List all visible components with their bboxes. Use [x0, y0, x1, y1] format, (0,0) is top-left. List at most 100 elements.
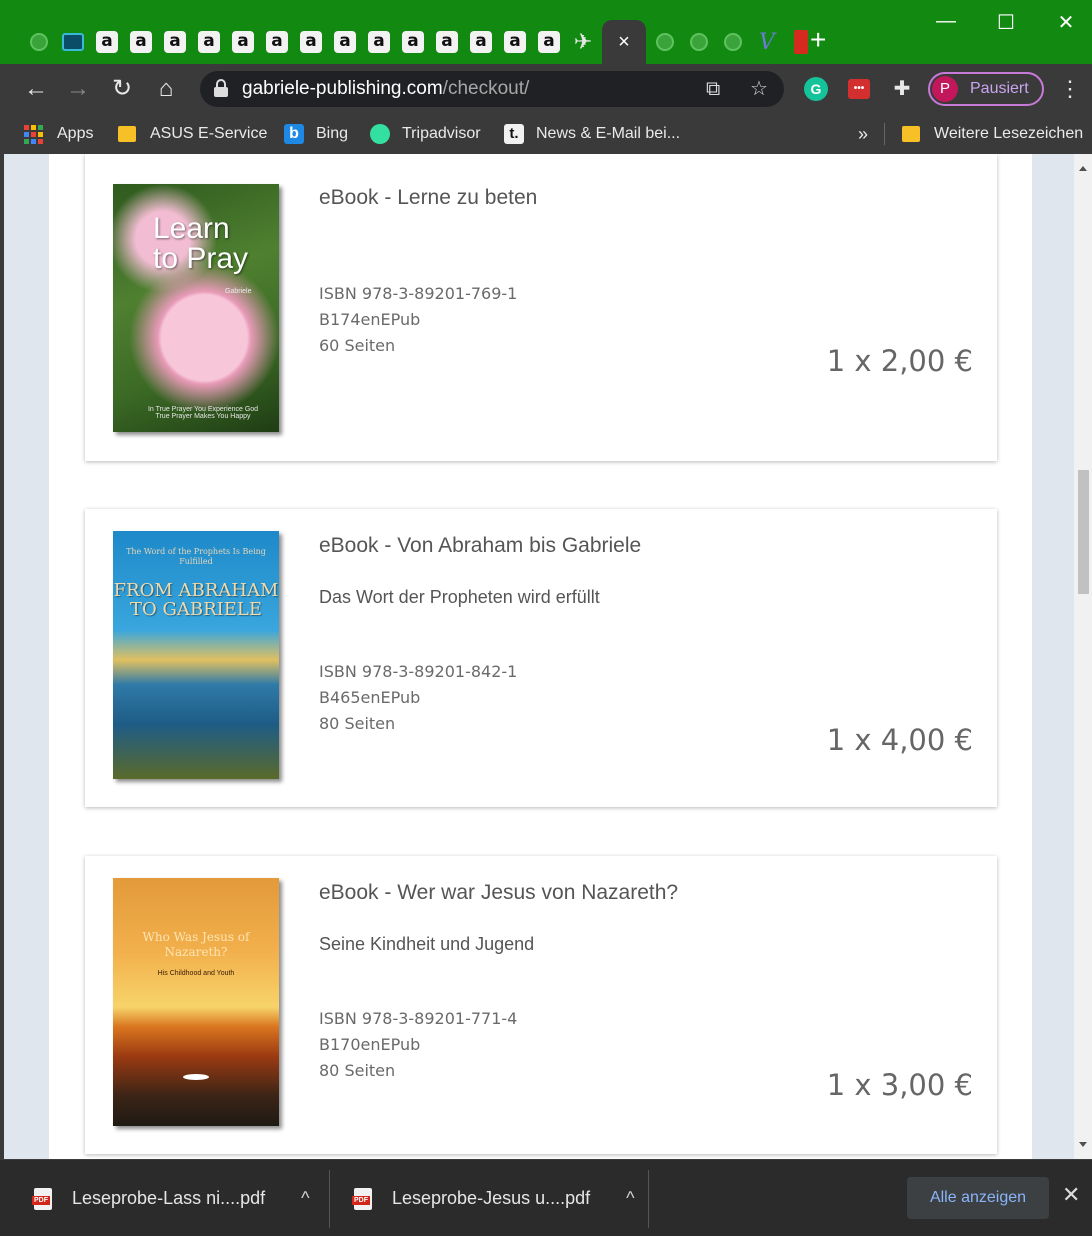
- scroll-down-arrow-icon[interactable]: [1079, 1142, 1087, 1147]
- product-code: B174enEPub: [319, 310, 421, 329]
- minimize-button[interactable]: —: [926, 10, 966, 33]
- close-download-bar-icon[interactable]: ✕: [1062, 1182, 1080, 1208]
- url-path: /checkout/: [442, 78, 530, 99]
- product-title[interactable]: eBook - Wer war Jesus von Nazareth?: [319, 881, 678, 905]
- tab-wave[interactable]: [56, 25, 90, 59]
- product-meta: ISBN 978-3-89201-771-4 B170enEPub 80 Sei…: [319, 1006, 517, 1084]
- bookmark-star-icon[interactable]: ☆: [750, 71, 768, 107]
- cart-item: Who Was Jesus of Nazareth? His Childhood…: [85, 856, 997, 1154]
- product-title[interactable]: eBook - Lerne zu beten: [319, 186, 537, 210]
- amazon-icon: a: [538, 31, 560, 53]
- page-scrollbar[interactable]: [1074, 154, 1092, 1159]
- product-isbn: ISBN 978-3-89201-771-4: [319, 1009, 518, 1028]
- tab-amazon[interactable]: a: [260, 25, 294, 59]
- tab-amazon[interactable]: a: [532, 25, 566, 59]
- tab-globe[interactable]: [682, 25, 716, 59]
- globe-icon: [30, 33, 48, 51]
- t-online-icon: t.: [504, 124, 524, 144]
- reload-button[interactable]: ↻: [106, 64, 138, 114]
- bookmark-tonline[interactable]: t. News & E-Mail bei...: [504, 114, 680, 154]
- product-isbn: ISBN 978-3-89201-769-1: [319, 284, 518, 303]
- download-item[interactable]: PDF Leseprobe-Jesus u....pdf ^: [352, 1160, 635, 1236]
- scrollbar-thumb[interactable]: [1078, 470, 1089, 594]
- bookmarks-bar: Apps ASUS E-Service b Bing Tripadvisor t…: [0, 114, 1092, 154]
- scroll-up-arrow-icon[interactable]: [1079, 166, 1087, 171]
- window-border: [0, 154, 4, 1159]
- tab-amazon[interactable]: a: [158, 25, 192, 59]
- download-separator: [329, 1170, 330, 1228]
- download-item[interactable]: PDF Leseprobe-Lass ni....pdf ^: [32, 1160, 310, 1236]
- show-all-downloads-button[interactable]: Alle anzeigen: [907, 1177, 1049, 1219]
- tab-amazon[interactable]: a: [294, 25, 328, 59]
- tab-amazon[interactable]: a: [430, 25, 464, 59]
- tab-v[interactable]: V: [750, 25, 784, 59]
- profile-button[interactable]: P Pausiert: [928, 72, 1044, 106]
- product-cover[interactable]: The Word of the Prophets Is Being Fulfil…: [113, 531, 279, 779]
- avatar: P: [932, 76, 958, 102]
- forward-button[interactable]: →: [62, 64, 94, 114]
- cart-item: The Word of the Prophets Is Being Fulfil…: [85, 509, 997, 807]
- bookmark-bing[interactable]: b Bing: [284, 114, 348, 154]
- product-cover[interactable]: Learn to Pray Gabriele In True Prayer You…: [113, 184, 279, 432]
- tab-amazon[interactable]: a: [124, 25, 158, 59]
- tab-amazon[interactable]: a: [226, 25, 260, 59]
- tab-amazon[interactable]: a: [90, 25, 124, 59]
- url-text[interactable]: gabriele-publishing.com/checkout/: [242, 71, 529, 107]
- home-button[interactable]: ⌂: [150, 64, 182, 114]
- product-cover[interactable]: Who Was Jesus of Nazareth? His Childhood…: [113, 878, 279, 1126]
- extensions-puzzle-icon[interactable]: ✚: [886, 64, 918, 114]
- tab-globe[interactable]: [716, 25, 750, 59]
- bookmark-label: Weitere Lesezeichen: [934, 125, 1084, 142]
- bookmark-label: News & E-Mail bei...: [536, 125, 681, 142]
- extension-red-icon[interactable]: •••: [848, 79, 870, 99]
- close-tab-icon[interactable]: ×: [618, 31, 630, 54]
- bookmark-tripadvisor[interactable]: Tripadvisor: [370, 114, 481, 154]
- maximize-button[interactable]: ☐: [986, 10, 1026, 35]
- amazon-icon: a: [334, 31, 356, 53]
- tab-globe[interactable]: [648, 25, 682, 59]
- bookmarks-overflow-button[interactable]: »: [858, 114, 868, 154]
- dove-icon: [183, 1074, 209, 1080]
- download-bar: PDF Leseprobe-Lass ni....pdf ^ PDF Lesep…: [0, 1159, 1092, 1236]
- new-tab-button[interactable]: +: [810, 26, 826, 54]
- amazon-icon: a: [232, 31, 254, 53]
- cover-subtitle: His Childhood and Youth: [157, 970, 235, 977]
- translate-icon[interactable]: ⧉: [706, 71, 720, 107]
- close-window-button[interactable]: ✕: [1046, 10, 1086, 35]
- product-title[interactable]: eBook - Von Abraham bis Gabriele: [319, 534, 641, 558]
- product-subtitle: Seine Kindheit und Jugend: [319, 934, 535, 954]
- amazon-icon: a: [402, 31, 424, 53]
- tab-active[interactable]: ×: [602, 20, 646, 64]
- bookmark-asus[interactable]: ASUS E-Service: [118, 114, 267, 154]
- amazon-icon: a: [266, 31, 288, 53]
- amazon-icon: a: [96, 31, 118, 53]
- bookmark-apps[interactable]: Apps: [24, 114, 93, 154]
- bookmark-label: ASUS E-Service: [150, 125, 268, 142]
- bookmarks-separator: [884, 114, 885, 154]
- bookmark-other-folder[interactable]: Weitere Lesezeichen: [902, 114, 1083, 154]
- amazon-icon: a: [198, 31, 220, 53]
- toolbar: ← → ↻ ⌂ gabriele-publishing.com/checkout…: [0, 64, 1092, 114]
- chevron-up-icon[interactable]: ^: [301, 1188, 309, 1209]
- chevron-up-icon[interactable]: ^: [626, 1188, 634, 1209]
- grammarly-icon[interactable]: G: [804, 77, 828, 101]
- amazon-icon: a: [164, 31, 186, 53]
- address-bar[interactable]: gabriele-publishing.com/checkout/ ⧉ ☆: [200, 71, 784, 107]
- bookmark-label: Tripadvisor: [402, 125, 481, 142]
- product-isbn: ISBN 978-3-89201-842-1: [319, 662, 518, 681]
- tab-amazon[interactable]: a: [464, 25, 498, 59]
- back-button[interactable]: ←: [20, 64, 52, 114]
- tab-globe[interactable]: [22, 25, 56, 59]
- product-code: B465enEPub: [319, 688, 421, 707]
- tab-amazon[interactable]: a: [192, 25, 226, 59]
- folder-icon: [902, 126, 920, 142]
- site-wave-icon: [62, 33, 84, 51]
- tab-amazon[interactable]: a: [498, 25, 532, 59]
- tab-amazon[interactable]: a: [362, 25, 396, 59]
- menu-kebab-icon[interactable]: ⋮: [1054, 64, 1086, 114]
- tab-amazon[interactable]: a: [328, 25, 362, 59]
- tab-plane[interactable]: ✈: [566, 25, 600, 59]
- tab-amazon[interactable]: a: [396, 25, 430, 59]
- cover-title: Who Was Jesus of Nazareth?: [142, 930, 250, 959]
- bookmark-label: Apps: [57, 125, 94, 142]
